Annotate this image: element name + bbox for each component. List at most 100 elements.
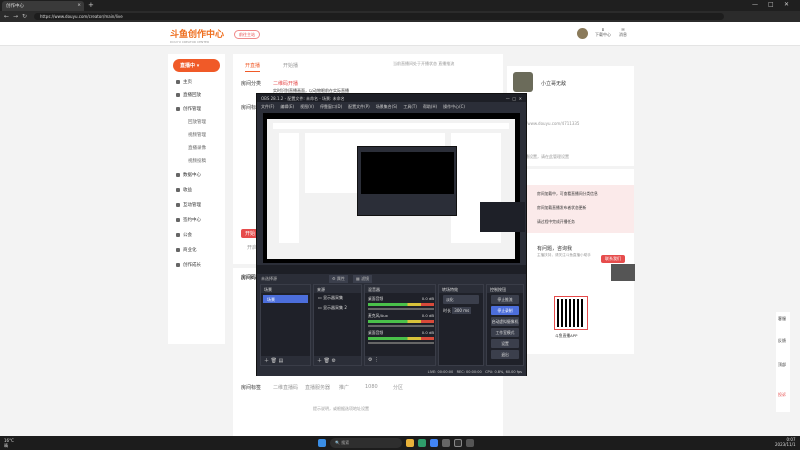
weather-widget[interactable]: 16°C 晴 xyxy=(4,438,14,449)
back-icon[interactable]: ← xyxy=(4,13,9,20)
need-help: 有问题，咨询我 xyxy=(537,246,573,252)
sidebar-item[interactable]: 直播录像 xyxy=(188,145,206,151)
cpu-fps: CPU: 0.8%, 60.00 fps xyxy=(485,370,522,374)
obs-menu-item[interactable]: 视图(V) xyxy=(300,104,314,109)
float-service[interactable]: 客服 xyxy=(778,316,786,322)
obs-menu-item[interactable]: 配置文件(P) xyxy=(348,104,370,109)
start-icon[interactable] xyxy=(318,439,326,447)
profile-avatar[interactable] xyxy=(513,72,533,92)
sidebar-item[interactable]: 签约中心 xyxy=(176,217,201,223)
avatar[interactable] xyxy=(577,28,588,39)
obs-control-button[interactable]: 停止录制 xyxy=(491,306,519,315)
sidebar-item[interactable]: 创作管理 xyxy=(176,106,201,112)
transition-select[interactable]: 淡化 xyxy=(443,295,479,304)
live-status-button[interactable]: 直播中 ▾ xyxy=(173,59,220,72)
go-main-site-button[interactable]: 前往主站 xyxy=(234,30,260,39)
source-item[interactable]: ▭ 显示器采集 2 xyxy=(314,303,361,313)
mixer-dock: 混音器 桌面音频 0.0 dB 麦克风/Aux 0.0 dB 桌面音频 0.0 dB … xyxy=(364,284,436,366)
sidebar-item[interactable]: 视频管理 xyxy=(188,132,206,138)
room-type-label: 房间分类 xyxy=(241,81,262,87)
obs-control-button[interactable]: 退出 xyxy=(491,350,519,359)
chrome-icon[interactable] xyxy=(430,439,438,447)
app-label: 斗鱼直播APP xyxy=(555,333,578,338)
float-top[interactable]: 顶部 xyxy=(778,362,786,368)
sidebar-item[interactable]: 主页 xyxy=(176,79,192,85)
mixer-channel[interactable]: 桌面音频 0.0 dB xyxy=(368,330,434,344)
sidebar-item[interactable]: 公会 xyxy=(176,232,192,238)
sidebar-item[interactable]: 直播回放 xyxy=(176,92,201,98)
tab-other[interactable]: 开始播 xyxy=(283,62,298,69)
sidebar-item[interactable]: 数据中心 xyxy=(176,172,201,178)
sidebar-item[interactable]: 收益 xyxy=(176,187,192,193)
refresh-icon[interactable]: ↻ xyxy=(22,13,27,20)
obs-menu-item[interactable]: 场景集合(S) xyxy=(376,104,398,109)
browser-tab[interactable]: 创作中心 × xyxy=(2,1,84,11)
float-feedback[interactable]: 反馈 xyxy=(778,338,786,344)
obs-menu-item[interactable]: 帮助(H) xyxy=(423,104,437,109)
tag-1[interactable]: 直播服务器 xyxy=(305,384,330,391)
file-explorer-icon[interactable] xyxy=(406,439,414,447)
messages-link[interactable]: ✉ 消息 xyxy=(613,27,633,38)
maximize-button[interactable]: □ xyxy=(768,1,774,8)
float-report[interactable]: 投诉 xyxy=(778,392,786,398)
url-input[interactable]: https://www.douyu.com/creator/main/live xyxy=(34,13,724,20)
tag-3[interactable]: 1080 xyxy=(365,384,378,390)
properties-button[interactable]: ⚙ 属性 xyxy=(329,275,348,283)
manage-text[interactable]: 主播设置，请在此管理设置 xyxy=(521,154,569,160)
forward-icon[interactable]: → xyxy=(13,13,18,20)
obs-menu-item[interactable]: 操作中心(C) xyxy=(443,104,465,109)
top-nav: 斗鱼创作中心 DOUYU CREATOR CENTER 前往主站 ⬇ 下载中心 ✉ 消… xyxy=(0,22,800,46)
site-logo[interactable]: 斗鱼创作中心 DOUYU CREATOR CENTER xyxy=(170,27,224,44)
obs-preview[interactable] xyxy=(263,113,635,281)
mixer-footer[interactable]: ⚙ ⋮ xyxy=(365,356,435,365)
close-window-button[interactable]: ✕ xyxy=(784,1,789,8)
obs-title: OBS 28.1.2 - 配置文件: 未命名 - 场景: 未命名 xyxy=(261,95,345,101)
sidebar-item[interactable]: 互动管理 xyxy=(176,202,201,208)
app-icon[interactable] xyxy=(466,439,474,447)
controls-dock: 控制按钮 停止推流 停止录制 启动虚拟摄像机 工作室模式 设置 退出 xyxy=(486,284,524,366)
obs-control-button[interactable]: 停止推流 xyxy=(491,295,519,304)
sources-footer[interactable]: ＋ 🗑 ⚙ xyxy=(314,356,361,365)
tag-4[interactable]: 分区 xyxy=(393,384,403,391)
obs-menu-item[interactable]: 编辑(E) xyxy=(280,104,294,109)
close-tab-icon[interactable]: × xyxy=(77,3,81,8)
sidebar-item[interactable]: 创作成长 xyxy=(176,262,201,268)
source-item[interactable]: ▭ 显示器采集 xyxy=(314,293,361,303)
mixer-channel[interactable]: 桌面音频 0.0 dB xyxy=(368,296,434,310)
clock[interactable]: 0:07 2023/11/1 xyxy=(775,437,796,447)
obs-control-button[interactable]: 设置 xyxy=(491,339,519,348)
menu-icon xyxy=(176,202,180,207)
obs-menu-item[interactable]: 停靠窗口(D) xyxy=(320,104,342,109)
sidebar-item[interactable]: 商业化 xyxy=(176,247,197,253)
room-type-value[interactable]: 二维码开播 xyxy=(273,80,298,87)
tag-0[interactable]: 二维直播码 xyxy=(273,384,298,391)
obs-menu-item[interactable]: 文件(F) xyxy=(261,104,274,109)
scenes-footer[interactable]: ＋ 🗑 ▤ xyxy=(261,356,310,365)
obs-menu-item[interactable]: 工具(T) xyxy=(403,104,417,109)
filters-button[interactable]: ▦ 滤镜 xyxy=(353,275,373,283)
edge-icon[interactable] xyxy=(418,439,426,447)
menu-icon xyxy=(176,79,180,84)
minimize-button[interactable]: — xyxy=(752,1,758,8)
obs-window-controls[interactable]: — □ ✕ xyxy=(506,96,522,101)
taskbar-search[interactable]: 🔍 搜索 xyxy=(330,438,402,448)
mixer-channel[interactable]: 麦克风/Aux 0.0 dB xyxy=(368,313,434,327)
download-center-link[interactable]: ⬇ 下载中心 xyxy=(593,27,613,38)
sidebar-item[interactable]: 视频投稿 xyxy=(188,158,206,164)
tab-live[interactable]: 开直播 xyxy=(245,62,261,72)
duration-row[interactable]: 时长 300 ms xyxy=(439,306,483,316)
scenes-header: 场景 xyxy=(261,285,310,293)
nested-obs xyxy=(357,146,635,281)
new-tab-button[interactable]: + xyxy=(88,1,94,9)
sidebar-item[interactable]: 回放管理 xyxy=(188,119,206,125)
tag-2[interactable]: 推广 xyxy=(339,384,349,391)
obs-taskbar-icon[interactable] xyxy=(454,439,462,447)
obs-control-button[interactable]: 工作室模式 xyxy=(491,328,519,337)
app-icon[interactable] xyxy=(442,439,450,447)
scene-item[interactable]: 场景 xyxy=(263,295,308,303)
obs-control-button[interactable]: 启动虚拟摄像机 xyxy=(491,317,519,326)
contact-button[interactable]: 联系我们 xyxy=(601,255,625,263)
menu-icon xyxy=(176,247,180,252)
tab-title: 创作中心 xyxy=(6,4,24,9)
obs-source-bar: 未选择源 ⚙ 属性 ▦ 滤镜 xyxy=(257,274,526,283)
